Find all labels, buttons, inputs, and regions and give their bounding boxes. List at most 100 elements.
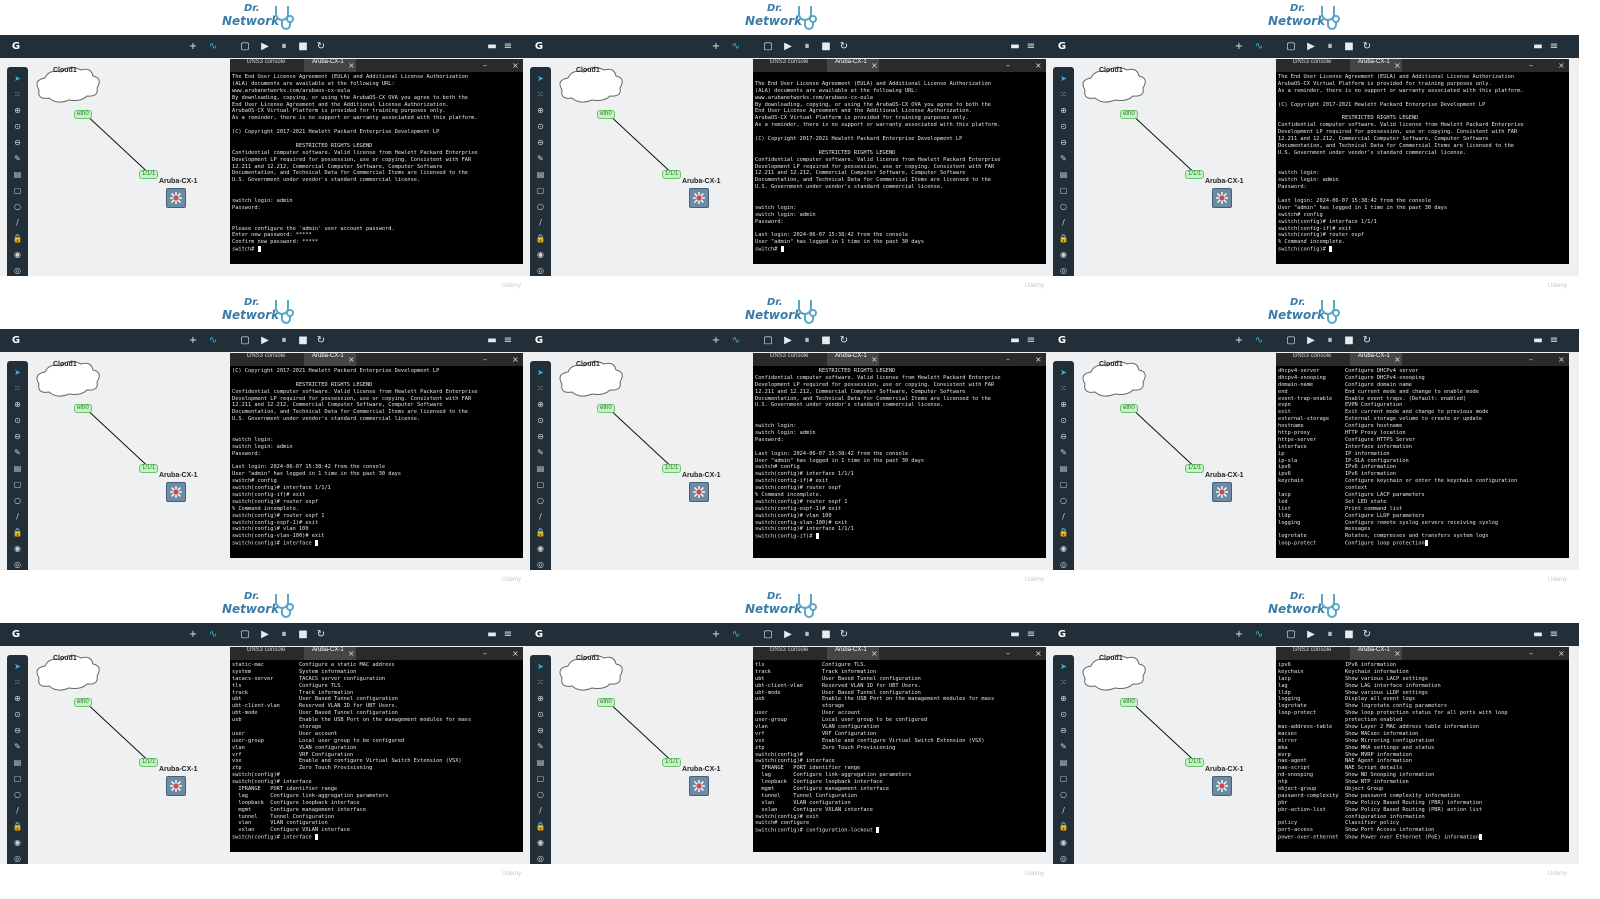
panel-toggle-button[interactable]: ▬ bbox=[485, 35, 499, 58]
sidebar-tool-6[interactable]: ▤ bbox=[530, 463, 551, 475]
sidebar-tool-6[interactable]: ▤ bbox=[1053, 757, 1074, 769]
window-close-icon[interactable]: × bbox=[1035, 59, 1042, 72]
sidebar-tool-11[interactable]: ◉ bbox=[530, 837, 551, 849]
pause-all-button[interactable]: ⏸ bbox=[1323, 329, 1337, 352]
menu-button[interactable]: ≡ bbox=[1024, 35, 1038, 58]
sidebar-tool-8[interactable]: ○ bbox=[530, 495, 551, 507]
console-all-button[interactable]: ▢ bbox=[238, 329, 252, 352]
pause-all-button[interactable]: ⏸ bbox=[800, 329, 814, 352]
sidebar-tool-4[interactable]: ⊖ bbox=[1053, 431, 1074, 443]
stop-all-button[interactable]: ■ bbox=[819, 35, 833, 58]
terminal-output[interactable]: (C) Copyright 2017-2021 Hewlett Packard … bbox=[232, 368, 521, 556]
add-node-button[interactable]: + bbox=[186, 623, 200, 646]
start-all-button[interactable]: ▶ bbox=[781, 329, 795, 352]
tab-close-icon[interactable]: × bbox=[871, 647, 878, 660]
snap-toggle-button[interactable]: ∿ bbox=[206, 623, 220, 646]
pause-all-button[interactable]: ⏸ bbox=[1323, 35, 1337, 58]
topology-canvas[interactable]: Cloud1 eth0 1/1/1 Aruba-CX-1 bbox=[552, 352, 752, 570]
start-all-button[interactable]: ▶ bbox=[781, 35, 795, 58]
sidebar-tool-12[interactable]: ◎ bbox=[530, 559, 551, 571]
sidebar-tool-5[interactable]: ✎ bbox=[7, 447, 28, 459]
stop-all-button[interactable]: ■ bbox=[296, 35, 310, 58]
start-all-button[interactable]: ▶ bbox=[781, 623, 795, 646]
pause-all-button[interactable]: ⏸ bbox=[277, 35, 291, 58]
window-close-icon[interactable]: × bbox=[512, 59, 519, 72]
tab-gns3-console[interactable]: GNS3 console bbox=[236, 647, 296, 660]
sidebar-tool-12[interactable]: ◎ bbox=[530, 853, 551, 865]
sidebar-tool-12[interactable]: ◎ bbox=[7, 559, 28, 571]
minimize-icon[interactable]: – bbox=[1529, 647, 1533, 660]
panel-toggle-button[interactable]: ▬ bbox=[1008, 35, 1022, 58]
pause-all-button[interactable]: ⏸ bbox=[277, 329, 291, 352]
sidebar-tool-8[interactable]: ○ bbox=[1053, 495, 1074, 507]
sidebar-tool-9[interactable]: / bbox=[1053, 805, 1074, 817]
sidebar-tool-3[interactable]: ⊙ bbox=[7, 121, 28, 133]
sidebar-tool-0[interactable]: ➤ bbox=[7, 661, 28, 673]
tab-close-icon[interactable]: × bbox=[1394, 353, 1401, 366]
sidebar-tool-7[interactable]: ▢ bbox=[530, 773, 551, 785]
sidebar-tool-0[interactable]: ➤ bbox=[1053, 73, 1074, 85]
sidebar-tool-4[interactable]: ⊖ bbox=[7, 431, 28, 443]
sidebar-tool-11[interactable]: ◉ bbox=[1053, 837, 1074, 849]
minimize-icon[interactable]: – bbox=[1529, 59, 1533, 72]
sidebar-tool-5[interactable]: ✎ bbox=[530, 153, 551, 165]
sidebar-tool-9[interactable]: / bbox=[7, 217, 28, 229]
tab-close-icon[interactable]: × bbox=[1394, 59, 1401, 72]
reload-all-button[interactable]: ↻ bbox=[314, 329, 328, 352]
panel-toggle-button[interactable]: ▬ bbox=[1531, 329, 1545, 352]
sidebar-tool-1[interactable]: ⁙ bbox=[1053, 383, 1074, 395]
terminal-output[interactable]: static-mac Configure a static MAC addres… bbox=[232, 662, 521, 850]
tab-gns3-console[interactable]: GNS3 console bbox=[1282, 353, 1342, 366]
terminal-output[interactable]: dhcpv4-server Configure DHCPv4 server dhc… bbox=[1278, 368, 1567, 556]
topology-canvas[interactable]: Cloud1 eth0 1/1/1 Aruba-CX-1 bbox=[29, 352, 229, 570]
aruba-switch-node[interactable] bbox=[1212, 188, 1232, 208]
reload-all-button[interactable]: ↻ bbox=[314, 623, 328, 646]
window-close-icon[interactable]: × bbox=[1558, 59, 1565, 72]
sidebar-tool-10[interactable]: 🔒 bbox=[1053, 821, 1074, 833]
start-all-button[interactable]: ▶ bbox=[1304, 35, 1318, 58]
sidebar-tool-7[interactable]: ▢ bbox=[1053, 773, 1074, 785]
sidebar-tool-8[interactable]: ○ bbox=[530, 789, 551, 801]
sidebar-tool-11[interactable]: ◉ bbox=[530, 249, 551, 261]
stop-all-button[interactable]: ■ bbox=[1342, 329, 1356, 352]
sidebar-tool-2[interactable]: ⊕ bbox=[1053, 399, 1074, 411]
sidebar-tool-4[interactable]: ⊖ bbox=[530, 431, 551, 443]
sidebar-tool-9[interactable]: / bbox=[7, 511, 28, 523]
pause-all-button[interactable]: ⏸ bbox=[1323, 623, 1337, 646]
terminal-output[interactable]: The End User License Agreement (EULA) an… bbox=[232, 74, 521, 262]
sidebar-tool-2[interactable]: ⊕ bbox=[530, 399, 551, 411]
panel-toggle-button[interactable]: ▬ bbox=[1531, 623, 1545, 646]
snap-toggle-button[interactable]: ∿ bbox=[1252, 35, 1266, 58]
sidebar-tool-1[interactable]: ⁙ bbox=[1053, 89, 1074, 101]
stop-all-button[interactable]: ■ bbox=[296, 623, 310, 646]
reload-all-button[interactable]: ↻ bbox=[837, 623, 851, 646]
console-all-button[interactable]: ▢ bbox=[761, 329, 775, 352]
tab-gns3-console[interactable]: GNS3 console bbox=[759, 59, 819, 72]
sidebar-tool-4[interactable]: ⊖ bbox=[1053, 137, 1074, 149]
tab-close-icon[interactable]: × bbox=[871, 353, 878, 366]
sidebar-tool-4[interactable]: ⊖ bbox=[530, 137, 551, 149]
sidebar-tool-4[interactable]: ⊖ bbox=[7, 725, 28, 737]
sidebar-tool-8[interactable]: ○ bbox=[1053, 789, 1074, 801]
sidebar-tool-6[interactable]: ▤ bbox=[1053, 463, 1074, 475]
aruba-switch-node[interactable] bbox=[1212, 776, 1232, 796]
sidebar-tool-0[interactable]: ➤ bbox=[530, 661, 551, 673]
sidebar-tool-12[interactable]: ◎ bbox=[1053, 853, 1074, 865]
sidebar-tool-9[interactable]: / bbox=[530, 511, 551, 523]
sidebar-tool-12[interactable]: ◎ bbox=[7, 853, 28, 865]
sidebar-tool-2[interactable]: ⊕ bbox=[1053, 693, 1074, 705]
stop-all-button[interactable]: ■ bbox=[296, 329, 310, 352]
sidebar-tool-3[interactable]: ⊙ bbox=[530, 709, 551, 721]
panel-toggle-button[interactable]: ▬ bbox=[485, 329, 499, 352]
sidebar-tool-3[interactable]: ⊙ bbox=[7, 709, 28, 721]
sidebar-tool-0[interactable]: ➤ bbox=[530, 73, 551, 85]
start-all-button[interactable]: ▶ bbox=[1304, 623, 1318, 646]
sidebar-tool-6[interactable]: ▤ bbox=[7, 757, 28, 769]
menu-button[interactable]: ≡ bbox=[501, 35, 515, 58]
sidebar-tool-5[interactable]: ✎ bbox=[1053, 153, 1074, 165]
panel-toggle-button[interactable]: ▬ bbox=[1531, 35, 1545, 58]
sidebar-tool-0[interactable]: ➤ bbox=[1053, 367, 1074, 379]
terminal-output[interactable]: ipv6 IPv6 information keychain Keychain i… bbox=[1278, 662, 1567, 850]
sidebar-tool-1[interactable]: ⁙ bbox=[7, 677, 28, 689]
terminal-output[interactable]: tls Configure TLS. track Track informatio… bbox=[755, 662, 1044, 850]
